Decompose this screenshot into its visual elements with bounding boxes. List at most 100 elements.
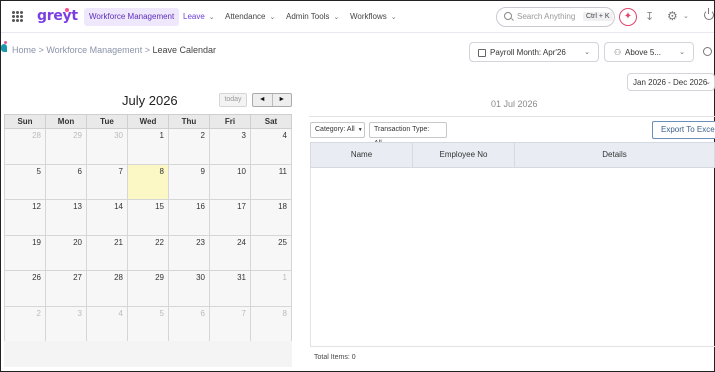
calendar-day[interactable]: 5	[4, 163, 46, 200]
today-button[interactable]: today	[219, 93, 247, 107]
calendar-day[interactable]: 27	[45, 270, 87, 307]
chevron-down-icon: ⌄	[390, 14, 397, 21]
calendar-day[interactable]: 7	[86, 163, 128, 200]
column-header-details[interactable]: Details	[515, 143, 714, 167]
calendar-day[interactable]: 20	[45, 234, 87, 271]
top-navbar: greyt Workforce Management Leave ⌄ Attend…	[1, 1, 714, 33]
calendar-day[interactable]: 4	[250, 128, 292, 165]
notification-dot	[4, 41, 7, 44]
calendar-day[interactable]: 16	[168, 199, 210, 236]
calendar-day[interactable]: 24	[209, 234, 251, 271]
calendar-day[interactable]: 30	[86, 128, 128, 165]
selected-date-label: 01 Jul 2026	[491, 99, 538, 109]
gear-icon[interactable]: ⚙	[667, 9, 678, 23]
calendar-day[interactable]: 29	[127, 270, 169, 307]
calendar-day[interactable]: 23	[168, 234, 210, 271]
weekday-header: Mon	[45, 114, 87, 129]
next-month-button[interactable]: ►	[273, 94, 292, 106]
search-icon	[504, 12, 512, 20]
history-icon[interactable]	[703, 47, 712, 56]
calendar-day[interactable]: 19	[4, 234, 46, 271]
payroll-label: Payroll Month:	[490, 48, 542, 57]
calendar-month-title: July 2026	[122, 93, 178, 108]
date-range-select[interactable]: Jan 2026 - Dec 2026 ⌄	[627, 73, 715, 91]
power-icon[interactable]	[704, 8, 714, 20]
calendar-day-today[interactable]: 8	[127, 163, 169, 200]
category-filter-value: Category: All	[315, 126, 355, 133]
calendar-day[interactable]: 1	[250, 270, 292, 307]
calendar-week-row: 5 6 7 8 9 10 11	[4, 163, 292, 200]
calendar-day[interactable]: 25	[250, 234, 292, 271]
chevron-down-icon: ⌄	[584, 49, 590, 56]
weekday-header: Sun	[4, 114, 46, 129]
calendar-day[interactable]: 1	[127, 128, 169, 165]
weekday-header: Sat	[250, 114, 292, 129]
calendar-day[interactable]: 3	[45, 305, 87, 342]
calendar-day[interactable]: 31	[209, 270, 251, 307]
calendar-day[interactable]: 5	[127, 305, 169, 342]
breadcrumb-separator: >	[38, 45, 44, 55]
calendar-day[interactable]: 6	[45, 163, 87, 200]
details-table-body	[310, 168, 715, 347]
brand-logo[interactable]: greyt	[37, 8, 78, 24]
nav-label: Attendance	[225, 12, 266, 21]
weekday-header: Thu	[168, 114, 210, 129]
nav-label: Admin Tools	[286, 12, 330, 21]
calendar-day[interactable]: 2	[4, 305, 46, 342]
export-to-excel-button[interactable]: Export To Excel	[652, 121, 715, 139]
calendar-day[interactable]: 10	[209, 163, 251, 200]
calendar-day[interactable]: 8	[250, 305, 292, 342]
calendar-week-row: 2345678	[4, 305, 292, 342]
employee-filter-select[interactable]: ⚇ Above 5... ⌄	[604, 42, 694, 62]
prev-month-button[interactable]: ◄	[253, 94, 273, 106]
nav-admin-tools[interactable]: Admin Tools ⌄	[281, 8, 344, 26]
breadcrumb-home[interactable]: Home	[12, 45, 36, 55]
calendar-day[interactable]: 6	[168, 305, 210, 342]
global-search[interactable]: Search Anything Ctrl + K	[496, 7, 615, 27]
calendar-day[interactable]: 12	[4, 199, 46, 236]
users-icon: ⚇	[614, 48, 622, 57]
calendar-day[interactable]: 15	[127, 199, 169, 236]
calendar-day[interactable]: 11	[250, 163, 292, 200]
logo-dot	[65, 8, 69, 12]
employee-filter-value: Above 5...	[625, 48, 662, 57]
nav-leave[interactable]: Leave ⌄	[178, 8, 220, 26]
calendar-day[interactable]: 26	[4, 270, 46, 307]
calendar-day[interactable]: 14	[86, 199, 128, 236]
calendar-day[interactable]: 2	[168, 128, 210, 165]
nav-attendance[interactable]: Attendance ⌄	[220, 8, 280, 26]
nav-workforce-management[interactable]: Workforce Management	[84, 8, 180, 26]
calendar-day[interactable]: 28	[86, 270, 128, 307]
nav-workflows[interactable]: Workflows ⌄	[345, 8, 402, 26]
calendar-week-row: 19 20 21 22 23 24 25	[4, 234, 292, 271]
chevron-down-icon: ⌄	[679, 49, 685, 56]
chevron-down-icon: ⌄	[269, 14, 276, 21]
calendar-week-row: 28 29 30 1 2 3 4	[4, 128, 292, 165]
payroll-month-select[interactable]: Payroll Month: Apr'26 ⌄	[469, 42, 599, 62]
calendar-day[interactable]: 3	[209, 128, 251, 165]
calendar-day[interactable]: 9	[168, 163, 210, 200]
calendar-day[interactable]: 30	[168, 270, 210, 307]
calendar-day[interactable]: 13	[45, 199, 87, 236]
calendar-day[interactable]: 18	[250, 199, 292, 236]
calendar-day[interactable]: 22	[127, 234, 169, 271]
calendar-day[interactable]: 29	[45, 128, 87, 165]
sparkle-icon[interactable]: ✦	[619, 8, 637, 26]
download-icon[interactable]: ↧	[645, 10, 654, 23]
transaction-type-dropdown[interactable]: Transaction Type: All▼	[369, 122, 447, 147]
breadcrumb-section[interactable]: Workforce Management	[46, 45, 142, 55]
apps-grid-icon[interactable]	[12, 11, 23, 22]
column-header-name[interactable]: Name	[311, 143, 413, 167]
weekday-header: Wed	[127, 114, 169, 129]
calendar-day[interactable]: 7	[209, 305, 251, 342]
calendar-icon	[478, 49, 486, 57]
category-filter-dropdown[interactable]: Category: All ▼	[310, 122, 365, 138]
calendar-day[interactable]: 21	[86, 234, 128, 271]
calendar-day[interactable]: 4	[86, 305, 128, 342]
nav-label: Workflows	[350, 12, 387, 21]
chevron-down-icon[interactable]: ⌄	[683, 12, 689, 20]
calendar-day[interactable]: 17	[209, 199, 251, 236]
column-header-employee-no[interactable]: Employee No	[413, 143, 515, 167]
search-shortcut: Ctrl + K	[583, 12, 613, 21]
calendar-day[interactable]: 28	[4, 128, 46, 165]
